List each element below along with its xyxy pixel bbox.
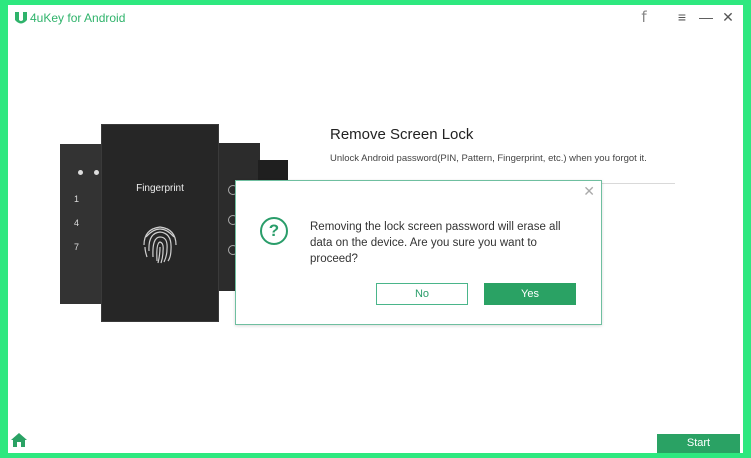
start-button[interactable]: Start <box>657 434 740 453</box>
app-logo-icon <box>15 12 27 24</box>
confirm-dialog: ✕ ? Removing the lock screen password wi… <box>235 180 602 325</box>
no-button[interactable]: No <box>376 283 468 305</box>
keypad-key: 1 <box>74 194 80 204</box>
titlebar: 4uKey for Android f ≡ — ✕ <box>8 5 743 31</box>
home-icon[interactable] <box>10 432 28 448</box>
app-window: 4uKey for Android f ≡ — ✕ 1 4 7 Fingerpr… <box>8 5 743 453</box>
page-description: Unlock Android password(PIN, Pattern, Fi… <box>330 153 647 164</box>
close-icon[interactable]: ✕ <box>720 9 736 25</box>
keypad-key: 4 <box>74 218 80 228</box>
minimize-icon[interactable]: — <box>698 9 714 25</box>
keypad-dot <box>78 170 83 175</box>
fingerprint-label: Fingerprint <box>136 183 184 194</box>
facebook-icon[interactable]: f <box>636 9 652 25</box>
question-icon: ? <box>260 217 288 245</box>
yes-button[interactable]: Yes <box>484 283 576 305</box>
keypad-key: 7 <box>74 242 80 252</box>
phone-illustration-keypad: 1 4 7 <box>60 144 108 304</box>
menu-icon[interactable]: ≡ <box>674 9 690 25</box>
app-title: 4uKey for Android <box>30 11 126 25</box>
dialog-message: Removing the lock screen password will e… <box>310 221 561 265</box>
page-title: Remove Screen Lock <box>330 126 474 143</box>
phone-illustration-fingerprint: Fingerprint <box>102 125 218 321</box>
keypad-dot <box>94 170 99 175</box>
dialog-close-icon[interactable]: ✕ <box>583 184 595 198</box>
fingerprint-icon <box>143 226 177 264</box>
